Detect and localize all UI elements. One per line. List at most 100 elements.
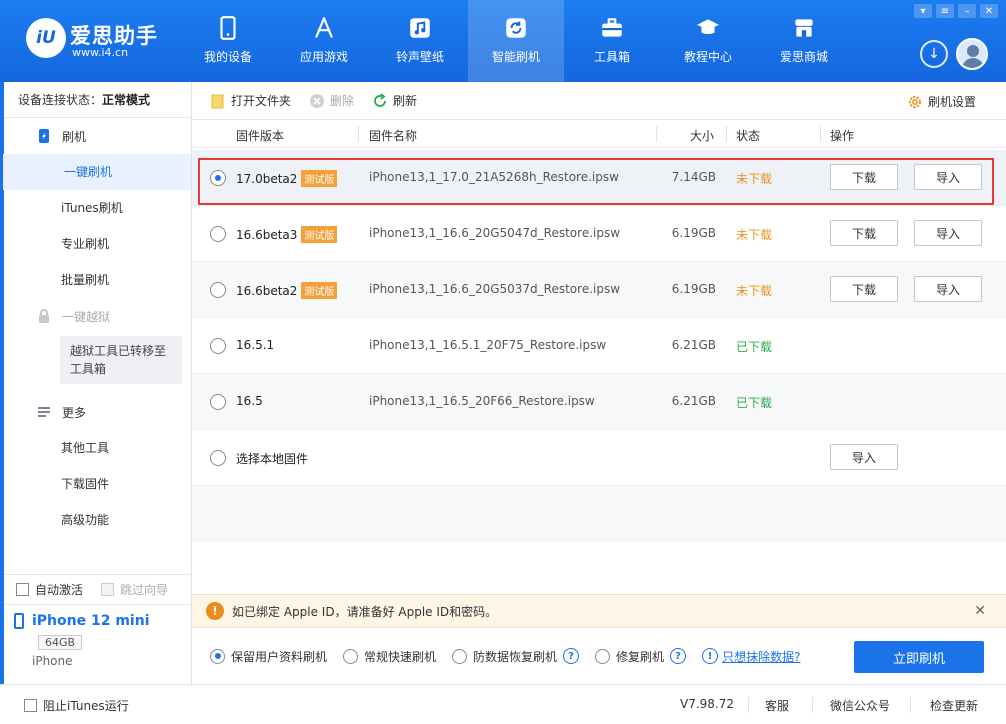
firmware-radio[interactable] bbox=[210, 226, 226, 242]
nav-my-device[interactable]: 我的设备 bbox=[180, 0, 276, 82]
sidebar-item-download-firmware[interactable]: 下载固件 bbox=[4, 466, 191, 502]
wechat-link[interactable]: 微信公众号 bbox=[830, 697, 890, 714]
skin-icon[interactable]: ▾ bbox=[914, 4, 932, 18]
main-panel: 打开文件夹 删除 刷新 刷机设置 固件版本 固件名称 大小 状态 操作 17.0… bbox=[192, 82, 1006, 684]
firmware-radio[interactable] bbox=[210, 282, 226, 298]
delete-button[interactable]: 删除 bbox=[309, 92, 354, 109]
flash-settings-button[interactable]: 刷机设置 bbox=[907, 93, 976, 110]
table-row[interactable]: 16.6beta3 测试版 iPhone13,1_16.6_20G5047d_Re… bbox=[192, 206, 1006, 262]
nav-shop[interactable]: 爱思商城 bbox=[756, 0, 852, 82]
table-row[interactable]: 16.5 iPhone13,1_16.5_20F66_Restore.ipsw … bbox=[192, 374, 1006, 430]
check-update-link[interactable]: 检查更新 bbox=[930, 697, 978, 714]
nav-label: 教程中心 bbox=[683, 50, 732, 64]
brand-logo: iU bbox=[26, 18, 66, 58]
table-row[interactable]: 16.5.1 iPhone13,1_16.5.1_20F75_Restore.i… bbox=[192, 318, 1006, 374]
beta-badge: 测试版 bbox=[301, 226, 338, 243]
option-radio[interactable] bbox=[595, 648, 611, 664]
firmware-radio[interactable] bbox=[210, 170, 226, 186]
erase-data-link-row[interactable]: ! 只想抹除数据? bbox=[702, 648, 800, 665]
avatar[interactable] bbox=[956, 38, 988, 70]
block-itunes-label: 阻止iTunes运行 bbox=[43, 699, 129, 713]
sidebar-item-batch-flash[interactable]: 批量刷机 bbox=[4, 262, 191, 298]
import-button[interactable]: 导入 bbox=[914, 220, 982, 246]
folder-icon bbox=[210, 93, 226, 109]
download-button[interactable]: 下载 bbox=[830, 220, 898, 246]
col-status: 状态 bbox=[736, 129, 761, 143]
close-icon[interactable]: ✕ bbox=[980, 4, 998, 18]
option-repair[interactable]: 修复刷机 ? bbox=[595, 648, 687, 665]
jailbreak-note: 越狱工具已转移至工具箱 bbox=[60, 336, 182, 384]
help-icon[interactable]: ? bbox=[563, 648, 580, 664]
nav-tutorials[interactable]: 教程中心 bbox=[660, 0, 756, 82]
download-button[interactable]: 下载 bbox=[830, 164, 898, 190]
auto-activate-row: 自动激活 跳过向导 bbox=[4, 574, 192, 604]
help-icon[interactable]: ? bbox=[670, 648, 687, 664]
top-bar: iU 爱思助手 www.i4.cn 我的设备 应用游戏 铃声壁纸 智能刷机 工具… bbox=[0, 0, 1006, 82]
status-value: 正常模式 bbox=[102, 93, 151, 107]
download-button[interactable]: 下载 bbox=[830, 276, 898, 302]
option-radio[interactable] bbox=[452, 648, 468, 664]
sidebar-group-label: 刷机 bbox=[62, 129, 87, 144]
sidebar-item-advanced[interactable]: 高级功能 bbox=[4, 502, 191, 538]
nav-ringtones[interactable]: 铃声壁纸 bbox=[372, 0, 468, 82]
col-size: 大小 bbox=[690, 129, 715, 143]
refresh-icon bbox=[372, 92, 388, 109]
import-button[interactable]: 导入 bbox=[914, 164, 982, 190]
option-quick[interactable]: 常规快速刷机 bbox=[343, 648, 436, 665]
flash-now-button[interactable]: 立即刷机 bbox=[854, 641, 984, 673]
firmware-version: 16.5.1 bbox=[236, 338, 275, 352]
table-row-local-firmware[interactable]: 选择本地固件 导入 bbox=[192, 430, 1006, 486]
sidebar-item-other-tools[interactable]: 其他工具 bbox=[4, 430, 191, 466]
flash-settings-label: 刷机设置 bbox=[927, 95, 976, 109]
sidebar-item-pro-flash[interactable]: 专业刷机 bbox=[4, 226, 191, 262]
firmware-status: 未下载 bbox=[736, 228, 773, 242]
firmware-size: 6.19GB bbox=[671, 226, 716, 240]
table-row[interactable]: 17.0beta2 测试版 iPhone13,1_17.0_21A5268h_Re… bbox=[192, 150, 1006, 206]
sidebar-group-more[interactable]: 更多 bbox=[4, 394, 191, 430]
minimize-icon[interactable]: – bbox=[958, 4, 976, 18]
option-keep-data[interactable]: 保留用户资料刷机 bbox=[210, 648, 327, 665]
refresh-button[interactable]: 刷新 bbox=[372, 92, 417, 109]
status-label: 设备连接状态： bbox=[18, 93, 103, 107]
table-header: 固件版本 固件名称 大小 状态 操作 bbox=[192, 120, 1006, 148]
download-icon[interactable]: ↓ bbox=[920, 40, 948, 68]
toolbox-icon bbox=[598, 14, 626, 42]
firmware-status: 未下载 bbox=[736, 172, 773, 186]
auto-activate-label: 自动激活 bbox=[35, 583, 84, 597]
customer-service-link[interactable]: 客服 bbox=[765, 697, 789, 714]
block-itunes-row[interactable]: 阻止iTunes运行 bbox=[24, 697, 129, 714]
erase-data-link[interactable]: 只想抹除数据? bbox=[722, 648, 800, 665]
firmware-radio[interactable] bbox=[210, 450, 226, 466]
sidebar-item-itunes-flash[interactable]: iTunes刷机 bbox=[4, 190, 191, 226]
device-model: iPhone bbox=[32, 654, 73, 668]
nav-label: 我的设备 bbox=[203, 50, 252, 64]
auto-activate-checkbox[interactable] bbox=[16, 583, 29, 596]
firmware-radio[interactable] bbox=[210, 394, 226, 410]
close-icon[interactable]: ✕ bbox=[974, 603, 986, 619]
nav-toolbox[interactable]: 工具箱 bbox=[564, 0, 660, 82]
nav-apps-games[interactable]: 应用游戏 bbox=[276, 0, 372, 82]
sidebar-group-flash[interactable]: 刷机 bbox=[4, 118, 191, 154]
skip-guide-checkbox[interactable] bbox=[101, 583, 115, 596]
sidebar: 设备连接状态：正常模式 刷机 一键刷机 iTunes刷机 专业刷机 批量刷机 一… bbox=[0, 82, 192, 684]
info-icon: ! bbox=[702, 648, 719, 664]
option-anti-recovery[interactable]: 防数据恢复刷机 ? bbox=[452, 648, 580, 665]
table-row[interactable]: 16.6beta2 测试版 iPhone13,1_16.6_20G5037d_Re… bbox=[192, 262, 1006, 318]
option-radio[interactable] bbox=[210, 648, 225, 664]
open-folder-button[interactable]: 打开文件夹 bbox=[210, 92, 291, 109]
option-radio[interactable] bbox=[343, 648, 359, 664]
nav-smart-flash[interactable]: 智能刷机 bbox=[468, 0, 564, 82]
table-empty-row bbox=[192, 486, 1006, 542]
import-button[interactable]: 导入 bbox=[914, 276, 982, 302]
firmware-radio[interactable] bbox=[210, 338, 226, 354]
menu-icon[interactable]: ≡ bbox=[936, 4, 954, 18]
gear-icon bbox=[907, 94, 923, 110]
skip-guide-label: 跳过向导 bbox=[120, 583, 169, 597]
import-local-button[interactable]: 导入 bbox=[830, 444, 898, 470]
firmware-file: iPhone13,1_16.5.1_20F75_Restore.ipsw bbox=[369, 338, 607, 352]
sidebar-item-one-click-flash[interactable]: 一键刷机 bbox=[0, 154, 191, 190]
delete-icon bbox=[309, 93, 325, 109]
block-itunes-checkbox[interactable] bbox=[24, 699, 37, 712]
delete-label: 删除 bbox=[330, 94, 355, 108]
beta-badge: 测试版 bbox=[301, 282, 338, 299]
